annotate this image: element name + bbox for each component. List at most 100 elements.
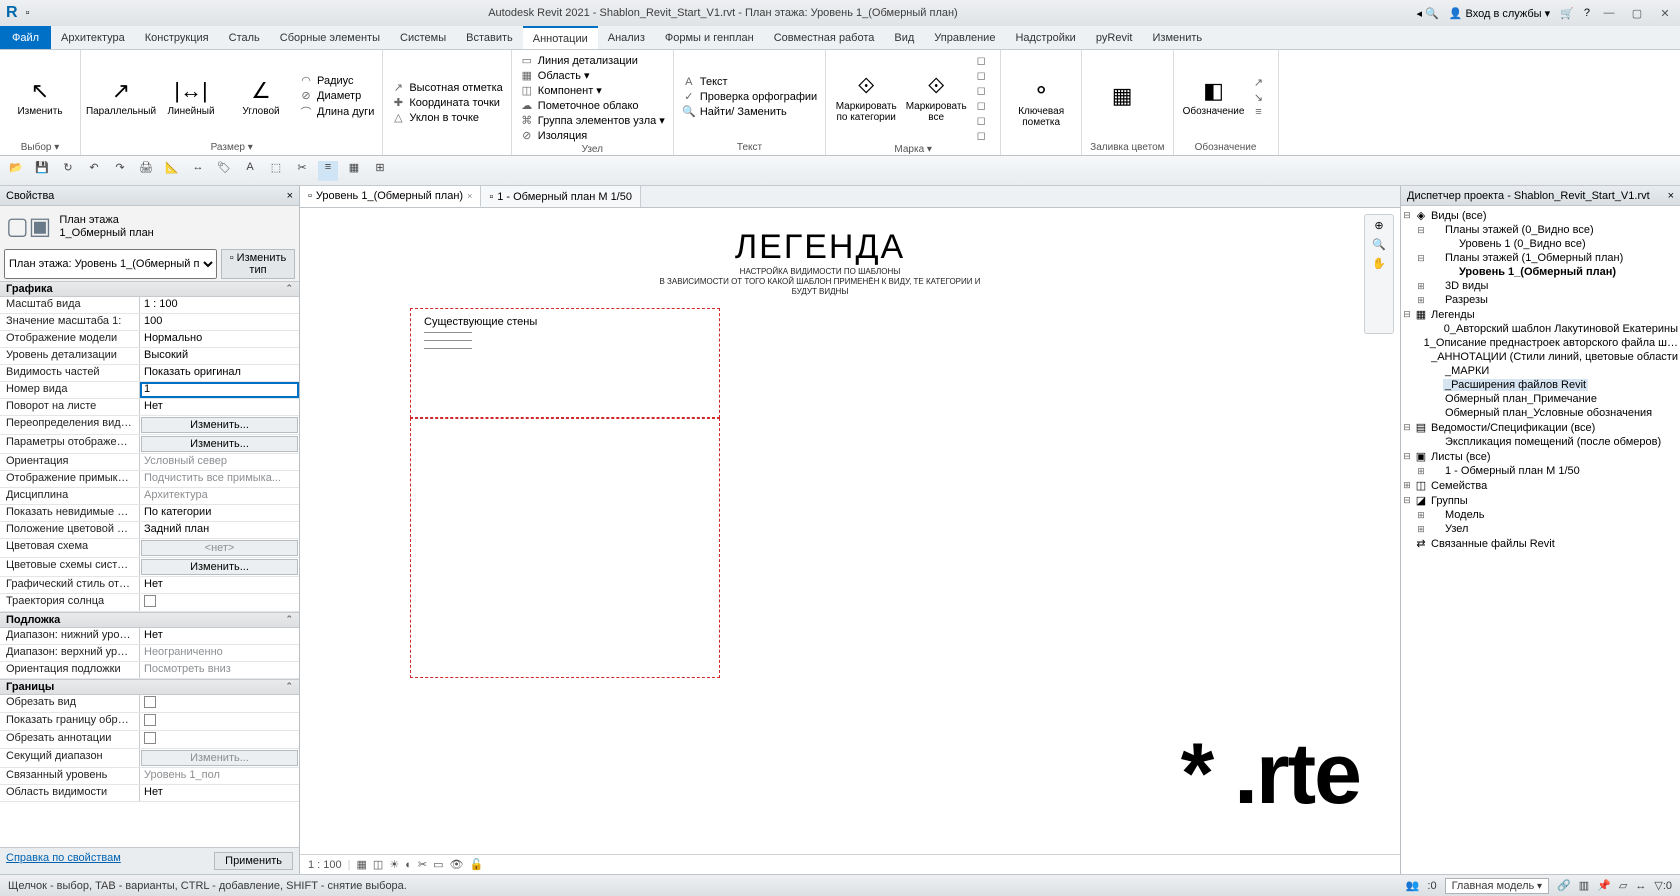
menu-вставить[interactable]: Вставить xyxy=(456,26,523,49)
worksets-icon[interactable]: 👥 xyxy=(1406,879,1420,892)
property-value[interactable]: Показать оригинал xyxy=(140,365,299,381)
ribbon-tool[interactable]: ⟐Маркировать по категории xyxy=(834,69,898,127)
ribbon-tool[interactable]: ◻ xyxy=(974,54,992,67)
property-group-header[interactable]: Графика xyxy=(0,281,299,297)
ribbon-tool[interactable]: ∠Угловой xyxy=(229,74,293,121)
tree-node[interactable]: ⊞Модель xyxy=(1401,508,1680,522)
ribbon-tool[interactable]: AТекст xyxy=(682,76,817,88)
detail-level-icon[interactable]: ▦ xyxy=(357,858,367,871)
menu-сборные элементы[interactable]: Сборные элементы xyxy=(270,26,390,49)
panel-close-icon[interactable]: × xyxy=(1668,190,1674,202)
property-value[interactable]: Изменить... xyxy=(141,750,298,766)
ribbon-tool[interactable]: ⊘Диаметр xyxy=(299,89,374,102)
menu-сталь[interactable]: Сталь xyxy=(219,26,270,49)
ribbon-tool[interactable]: ◻ xyxy=(974,114,992,127)
close-button[interactable]: ✕ xyxy=(1656,7,1674,20)
ribbon-tool[interactable]: ▦Область ▾ xyxy=(520,69,665,82)
tree-node[interactable]: ⊟▣Листы (все) xyxy=(1401,449,1680,464)
menu-вид[interactable]: Вид xyxy=(884,26,924,49)
dim-icon[interactable]: ↔ xyxy=(188,161,208,181)
ribbon-tool[interactable]: ✚Координата точки xyxy=(391,96,502,109)
property-value[interactable]: Изменить... xyxy=(141,436,298,452)
sync-icon[interactable]: ↻ xyxy=(58,161,78,181)
section-icon[interactable]: ✂ xyxy=(292,161,312,181)
file-menu[interactable]: Файл xyxy=(0,26,51,49)
3d-icon[interactable]: ⬚ xyxy=(266,161,286,181)
property-value[interactable]: Посмотреть вниз xyxy=(140,662,299,678)
tree-node[interactable]: ⊟▤Ведомости/Спецификации (все) xyxy=(1401,420,1680,435)
property-value[interactable]: Неограниченно xyxy=(140,645,299,661)
property-value[interactable]: <нет> xyxy=(141,540,298,556)
ribbon-tool[interactable]: ✓Проверка орфографии xyxy=(682,90,817,103)
print-icon[interactable]: 🖨 xyxy=(136,161,156,181)
ribbon-tool[interactable]: ⌘Группа элементов узла ▾ xyxy=(520,114,665,127)
tree-node[interactable]: Обмерный план_Примечание xyxy=(1401,392,1680,406)
instance-combo[interactable]: План этажа: Уровень 1_(Обмерный п xyxy=(4,249,217,279)
drag-icon[interactable]: ↔ xyxy=(1635,880,1646,892)
ribbon-tool[interactable]: ⟐Маркировать все xyxy=(904,69,968,127)
help-icon[interactable]: ? xyxy=(1584,7,1590,19)
sun-path-icon[interactable]: ☀ xyxy=(389,858,399,871)
tree-node[interactable]: ⊞Разрезы xyxy=(1401,293,1680,307)
save-icon[interactable]: 💾 xyxy=(32,161,52,181)
undo-icon[interactable]: ↶ xyxy=(84,161,104,181)
ribbon-tool[interactable]: ≡ xyxy=(1252,106,1270,118)
panel-close-icon[interactable]: × xyxy=(287,190,293,202)
close-tab-icon[interactable]: × xyxy=(467,191,472,201)
menu-архитектура[interactable]: Архитектура xyxy=(51,26,135,49)
view-tab[interactable]: ▫Уровень 1_(Обмерный план)× xyxy=(300,186,481,207)
menu-формы и генплан[interactable]: Формы и генплан xyxy=(655,26,764,49)
ribbon-tool[interactable]: ◻ xyxy=(974,69,992,82)
tree-node[interactable]: ⊟◪Группы xyxy=(1401,493,1680,508)
scale-control[interactable]: 1 : 100 xyxy=(308,859,342,871)
properties-help-link[interactable]: Справка по свойствам xyxy=(6,852,121,870)
ribbon-tool[interactable]: ◻ xyxy=(974,84,992,97)
apply-button[interactable]: Применить xyxy=(214,852,293,870)
property-value[interactable]: Изменить... xyxy=(141,559,298,575)
reveal-icon[interactable]: 🔓 xyxy=(469,858,483,871)
tree-node[interactable]: ⊟▦Легенды xyxy=(1401,307,1680,322)
property-value[interactable]: Задний план xyxy=(140,522,299,538)
shadow-icon[interactable]: ◐ xyxy=(405,859,412,871)
ribbon-tool[interactable]: ▭Линия детализации xyxy=(520,54,665,67)
crop-region-bottom[interactable] xyxy=(410,418,720,678)
ribbon-tool[interactable]: ☁Пометочное облако xyxy=(520,99,665,112)
ribbon-tool[interactable]: ↘ xyxy=(1252,91,1270,104)
open-icon[interactable]: 📂 xyxy=(6,161,26,181)
select-pinned-icon[interactable]: 📌 xyxy=(1597,879,1611,892)
property-value[interactable]: Нет xyxy=(140,399,299,415)
ribbon-tool[interactable]: |↔|Линейный xyxy=(159,74,223,121)
property-value[interactable]: 1 : 100 xyxy=(140,297,299,313)
property-value[interactable]: По категории xyxy=(140,505,299,521)
ribbon-tool[interactable]: ◻ xyxy=(974,129,992,142)
menu-совместная работа[interactable]: Совместная работа xyxy=(764,26,885,49)
ribbon-tool[interactable]: △Уклон в точке xyxy=(391,111,502,124)
ribbon-tool[interactable]: ⚬Ключевая пометка xyxy=(1009,74,1073,132)
crop-region-icon[interactable]: ▭ xyxy=(433,858,443,871)
ribbon-tool[interactable]: ↖Изменить xyxy=(8,74,72,121)
crop-icon[interactable]: ✂ xyxy=(418,858,427,871)
text-icon[interactable]: A xyxy=(240,161,260,181)
property-value[interactable]: 100 xyxy=(140,314,299,330)
maximize-button[interactable]: ▢ xyxy=(1628,7,1646,20)
property-value[interactable]: Нет xyxy=(140,785,299,801)
ribbon-tool[interactable]: ◫Компонент ▾ xyxy=(520,84,665,97)
close-hidden-icon[interactable]: ▦ xyxy=(344,161,364,181)
ribbon-tool[interactable]: ↗Высотная отметка xyxy=(391,81,502,94)
tree-node[interactable]: ⊟Планы этажей (1_Обмерный план) xyxy=(1401,251,1680,265)
tree-node[interactable]: Обмерный план_Условные обозначения xyxy=(1401,406,1680,420)
ribbon-tool[interactable]: ⌒Длина дуги xyxy=(299,104,374,120)
ribbon-tool[interactable]: ↗ xyxy=(1252,76,1270,89)
tree-node[interactable]: _МАРКИ xyxy=(1401,364,1680,378)
ribbon-tool[interactable]: ▦ xyxy=(1090,79,1154,115)
property-value[interactable]: Уровень 1_пол xyxy=(140,768,299,784)
tree-node[interactable]: ⊞Узел xyxy=(1401,522,1680,536)
property-value[interactable]: Подчистить все примыка... xyxy=(140,471,299,487)
navigation-bar[interactable]: ⊕🔍✋ xyxy=(1364,214,1394,334)
tree-node[interactable]: Экспликация помещений (после обмеров) xyxy=(1401,435,1680,449)
thin-lines-icon[interactable]: ≡ xyxy=(318,161,338,181)
tree-node[interactable]: ⊟◈Виды (все) xyxy=(1401,208,1680,223)
search-icon[interactable]: ◂ 🔍 xyxy=(1416,7,1438,20)
menu-анализ[interactable]: Анализ xyxy=(598,26,655,49)
menu-системы[interactable]: Системы xyxy=(390,26,456,49)
